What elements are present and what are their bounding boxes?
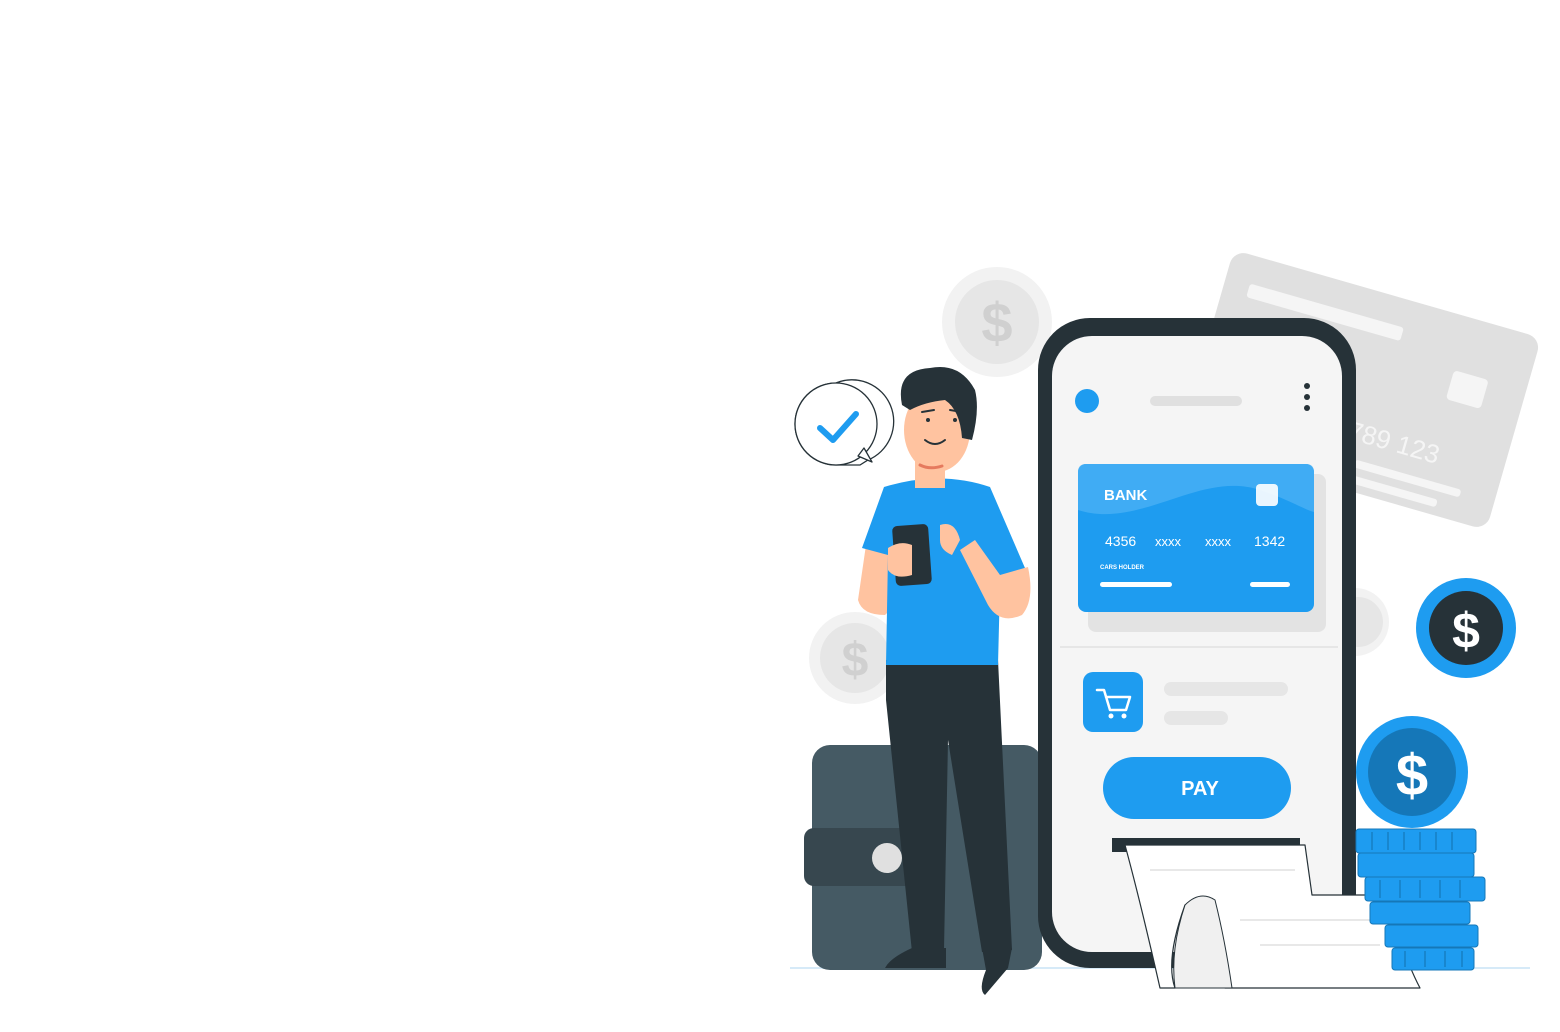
dollar-coin-icon: $ [842, 634, 869, 687]
payment-illustration: 789 123 $ $ BANK 4356 xxxx xxxx 1342 CAR… [790, 253, 1539, 995]
faded-coin-top: $ [942, 267, 1052, 377]
bank-card[interactable]: BANK 4356 xxxx xxxx 1342 CARS HOLDER [1078, 464, 1326, 632]
pay-button-label: PAY [1181, 778, 1219, 800]
more-vertical-icon[interactable] [1304, 383, 1310, 411]
dollar-coin-icon: $ [1452, 603, 1480, 659]
blue-dollar-coin: $ [1356, 716, 1468, 828]
pay-button[interactable]: PAY [1103, 757, 1291, 819]
card-number-group-3: xxxx [1205, 534, 1232, 549]
confirmation-speech-bubble [794, 379, 895, 466]
card-holder-label: CARS HOLDER [1100, 565, 1145, 571]
dollar-coin-icon: $ [1396, 743, 1428, 808]
dollar-coin-icon: $ [981, 291, 1012, 354]
card-number-group-1: 4356 [1105, 533, 1136, 549]
app-title-placeholder [1150, 396, 1242, 406]
app-status-dot [1075, 389, 1099, 413]
card-number-group-4: 1342 [1254, 533, 1285, 549]
cart-icon [1083, 672, 1143, 732]
card-chip [1256, 484, 1278, 506]
bank-name: BANK [1104, 487, 1147, 504]
dark-dollar-coin: $ [1416, 578, 1516, 678]
card-number-group-2: xxxx [1155, 534, 1182, 549]
